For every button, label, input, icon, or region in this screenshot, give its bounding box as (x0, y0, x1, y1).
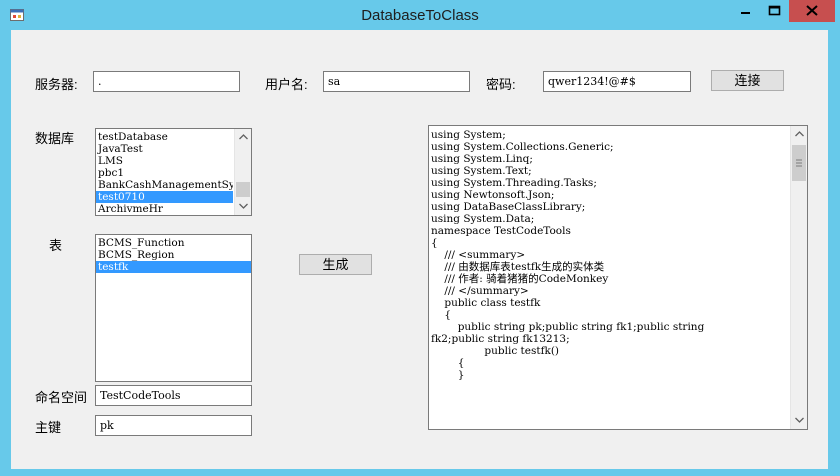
code-line: using System.Threading.Tasks; (431, 177, 597, 189)
close-button[interactable] (789, 0, 835, 22)
code-lines: using System; using System.Collections.G… (431, 129, 788, 427)
namespace-input[interactable]: TestCodeTools (95, 385, 252, 406)
chevron-up-icon (794, 131, 804, 137)
password-label: 密码: (486, 77, 516, 92)
code-line: using System; (431, 129, 506, 141)
minimize-icon (741, 12, 750, 14)
database-item-selected[interactable]: test0710 (96, 191, 233, 203)
maximize-button[interactable] (760, 0, 789, 22)
database-listbox[interactable]: testDatabase JavaTest LMS pbc1 BankCashM… (95, 128, 252, 216)
grip-icon (796, 159, 802, 167)
table-list: BCMS_Function BCMS_Region testfk (96, 237, 251, 273)
code-line: { (431, 357, 465, 369)
chevron-up-icon (238, 134, 248, 140)
scroll-thumb[interactable] (236, 182, 250, 197)
table-item[interactable]: BCMS_Function (96, 237, 251, 249)
code-line: namespace TestCodeTools (431, 225, 571, 237)
table-label: 表 (49, 238, 63, 253)
code-line: /// <summary> (431, 249, 526, 261)
code-scroll-thumb[interactable] (792, 145, 806, 181)
scroll-down-button[interactable] (235, 198, 251, 214)
code-line: /// </summary> (431, 285, 529, 297)
code-line: /// 由数据库表testfk生成的实体类 (431, 261, 605, 273)
code-line: using System.Text; (431, 165, 532, 177)
database-item[interactable]: ArchivmeHr (96, 203, 233, 215)
server-label: 服务器: (35, 77, 78, 92)
server-input[interactable]: . (93, 71, 240, 92)
primary-key-input[interactable]: pk (95, 415, 252, 436)
code-line: { (431, 309, 452, 321)
code-line: fk2;public string fk13213; (431, 333, 570, 345)
database-label: 数据库 (35, 131, 75, 146)
database-item[interactable]: pbc1 (96, 167, 233, 179)
code-line: public testfk() (431, 345, 560, 357)
chevron-down-icon (794, 417, 804, 423)
code-line: } (431, 369, 465, 381)
table-listbox[interactable]: BCMS_Function BCMS_Region testfk (95, 234, 252, 382)
password-input[interactable]: qwer1234!@#$ (543, 71, 691, 92)
database-item[interactable]: JavaTest (96, 143, 233, 155)
table-item-selected[interactable]: testfk (96, 261, 251, 273)
chevron-down-icon (238, 203, 248, 209)
code-line: using DataBaseClassLibrary; (431, 201, 586, 213)
database-scrollbar[interactable] (234, 129, 251, 215)
database-list: testDatabase JavaTest LMS pbc1 BankCashM… (96, 131, 233, 215)
primary-key-label: 主键 (35, 420, 62, 435)
code-scroll-up-button[interactable] (791, 126, 807, 142)
code-line: public string pk;public string fk1;publi… (431, 321, 705, 333)
code-scrollbar[interactable] (790, 126, 807, 429)
scroll-up-button[interactable] (235, 129, 251, 145)
generate-button[interactable]: 生成 (299, 254, 372, 275)
code-line: using System.Linq; (431, 153, 533, 165)
code-line: public class testfk (431, 297, 541, 309)
close-icon (806, 5, 818, 16)
database-item[interactable]: BankCashManagementSystem (96, 179, 233, 191)
username-input[interactable]: sa (323, 71, 470, 92)
code-line: using System.Collections.Generic; (431, 141, 614, 153)
code-line: using System.Data; (431, 213, 535, 225)
code-line: using Newtonsoft.Json; (431, 189, 555, 201)
namespace-label: 命名空间 (35, 390, 88, 405)
code-scroll-down-button[interactable] (791, 412, 807, 428)
code-line: { (431, 237, 438, 249)
database-item[interactable]: testDatabase (96, 131, 233, 143)
table-item[interactable]: BCMS_Region (96, 249, 251, 261)
username-label: 用户名: (265, 77, 308, 92)
database-item[interactable]: LMS (96, 155, 233, 167)
window-title: DatabaseToClass (361, 7, 479, 24)
connect-button[interactable]: 连接 (711, 70, 784, 91)
code-output-textarea[interactable]: using System; using System.Collections.G… (428, 125, 808, 430)
maximize-icon (768, 5, 781, 16)
minimize-button[interactable] (731, 0, 760, 22)
code-line: /// 作者: 骑着猪猪的CodeMonkey (431, 273, 609, 285)
